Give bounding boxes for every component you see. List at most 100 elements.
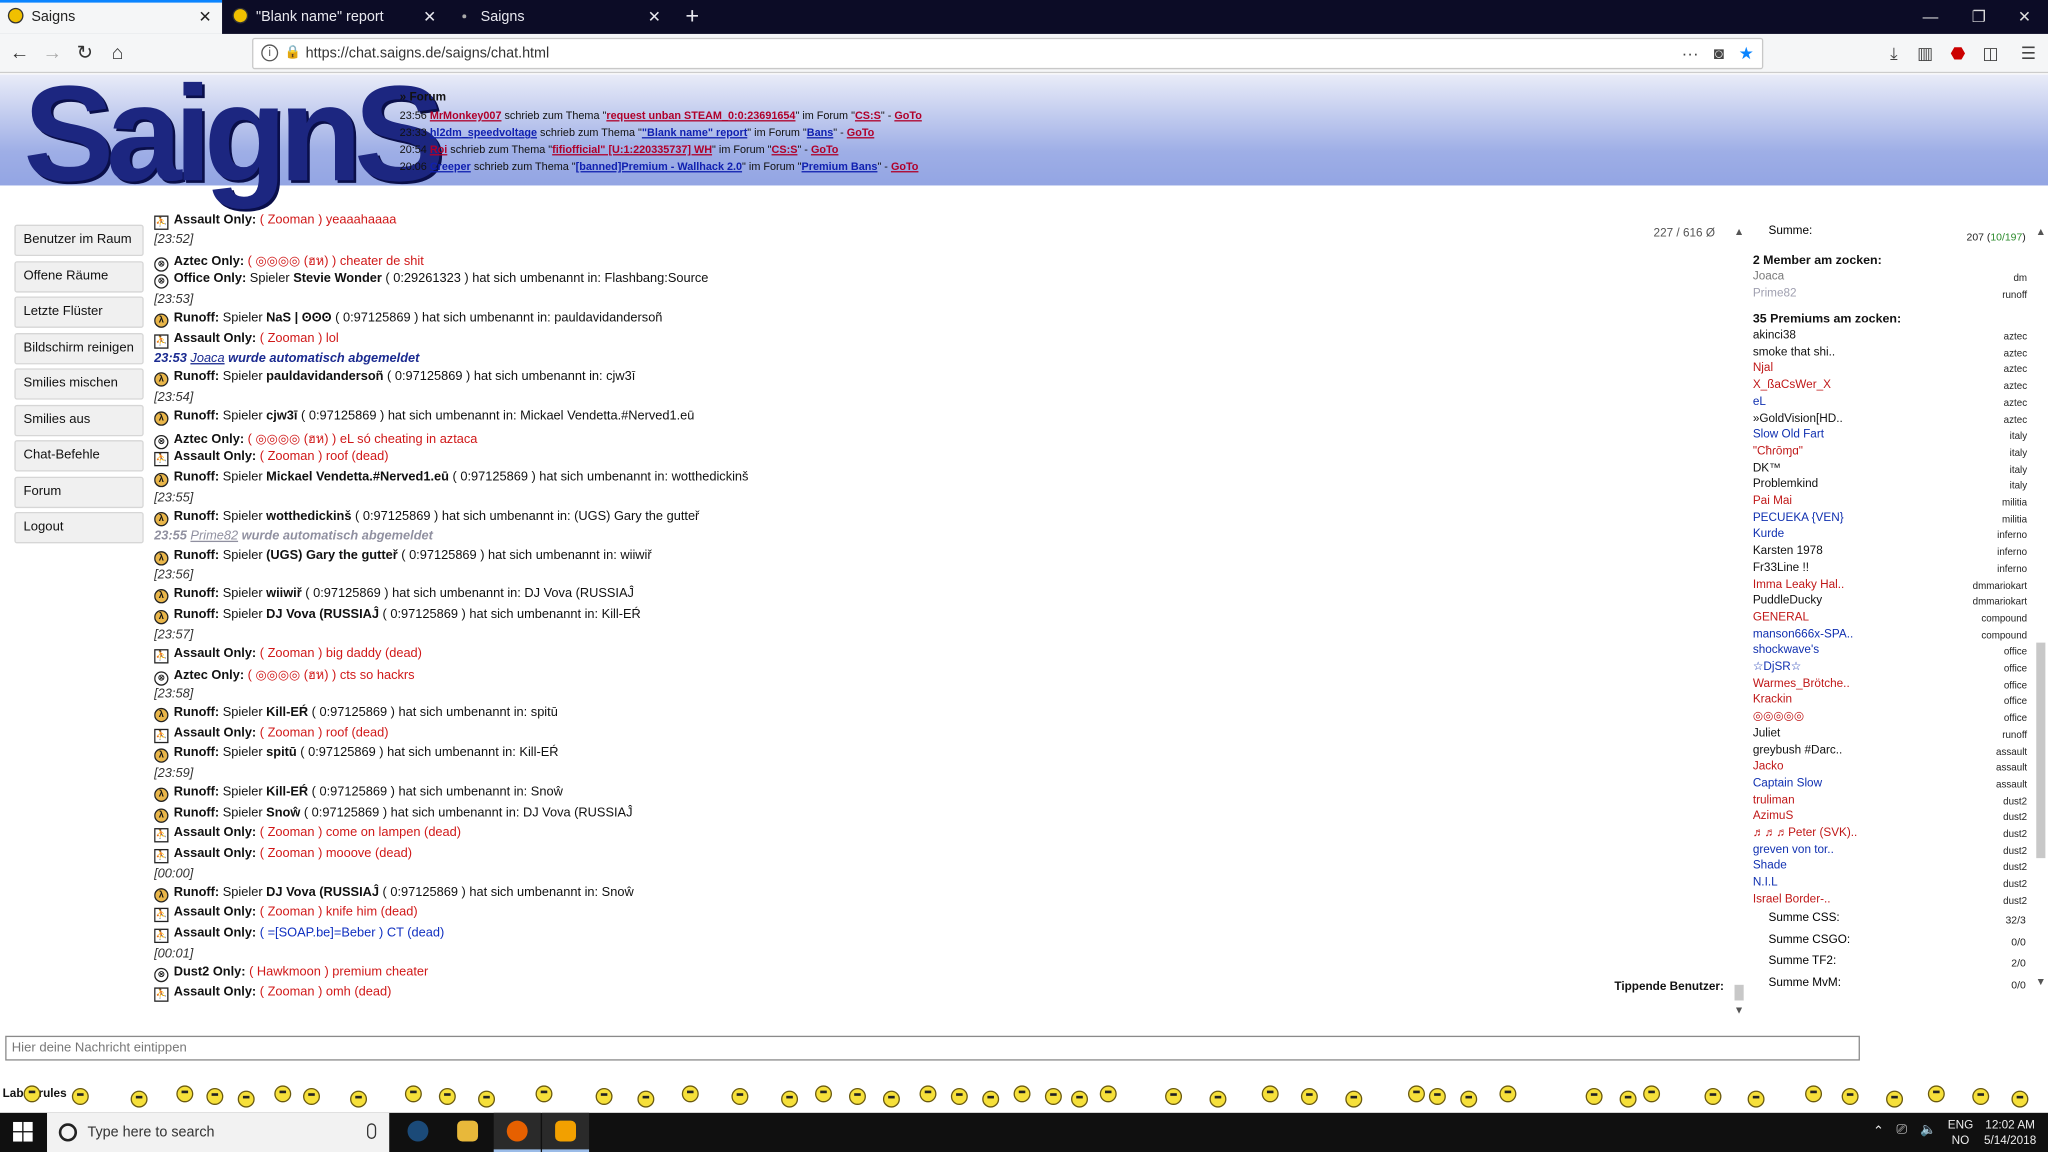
- user-name[interactable]: manson666x-SPA..: [1753, 626, 1853, 639]
- smiley-icon[interactable]: [71, 1087, 89, 1105]
- sidebar-button-5[interactable]: Smilies aus: [14, 404, 144, 436]
- user-name[interactable]: greven von tor..: [1753, 842, 1834, 855]
- post-topic-link[interactable]: "Blank name" report: [642, 125, 747, 138]
- smiley-icon[interactable]: [731, 1087, 749, 1105]
- smiley-icon[interactable]: [237, 1090, 255, 1108]
- post-goto-link[interactable]: GoTo: [811, 142, 838, 155]
- user-name[interactable]: GENERAL: [1753, 610, 1809, 623]
- address-bar[interactable]: i 🔒 https://chat.saigns.de/saigns/chat.h…: [252, 37, 1764, 70]
- user-name[interactable]: X_ßaCsWer_X: [1753, 378, 1831, 391]
- post-goto-link[interactable]: GoTo: [847, 125, 874, 138]
- firefox-taskbar-icon[interactable]: [493, 1112, 541, 1152]
- taskbar-search-box[interactable]: Type here to search: [47, 1112, 390, 1152]
- smiley-icon[interactable]: [535, 1085, 553, 1103]
- chat-scroll-thumb[interactable]: [1734, 984, 1744, 1001]
- saigns-logo[interactable]: SaignS: [24, 56, 445, 213]
- smiley-icon[interactable]: [1747, 1090, 1765, 1108]
- bookmark-star-icon[interactable]: ★: [1735, 42, 1759, 66]
- smiley-icon[interactable]: [1261, 1085, 1279, 1103]
- userlist-scrollbar[interactable]: ▲ ▼: [2034, 225, 2048, 990]
- smiley-icon[interactable]: [1460, 1090, 1478, 1108]
- smiley-icon[interactable]: [1071, 1090, 1088, 1108]
- smiley-icon[interactable]: [1407, 1085, 1425, 1103]
- smiley-icon[interactable]: [950, 1087, 968, 1105]
- language-indicator[interactable]: ENG NO: [1946, 1117, 1975, 1148]
- userlist-scroll-thumb[interactable]: [2036, 642, 2046, 859]
- network-icon[interactable]: ⎚: [1896, 1123, 1906, 1137]
- sidebar-button-8[interactable]: Logout: [14, 511, 144, 544]
- tab-blank-name-report[interactable]: "Blank name" report ✕: [225, 0, 447, 34]
- menu-hamburger-icon[interactable]: ☰: [2015, 39, 2041, 68]
- close-tab-icon[interactable]: ✕: [198, 3, 211, 32]
- halflife-taskbar-icon[interactable]: [542, 1112, 590, 1152]
- chat-scrollbar[interactable]: ▲ ▼: [1731, 224, 1747, 1019]
- user-name[interactable]: ◎◎◎◎◎: [1753, 709, 1804, 723]
- user-name[interactable]: PuddleDucky: [1753, 593, 1822, 606]
- smiley-icon[interactable]: [1972, 1087, 1990, 1105]
- user-name[interactable]: truliman: [1753, 792, 1795, 805]
- tab-saigns-active[interactable]: Saigns ✕: [0, 0, 223, 34]
- sidebar-button-2[interactable]: Letzte Flüster: [14, 296, 144, 328]
- smiley-icon[interactable]: [130, 1090, 148, 1108]
- user-name[interactable]: ☆DjSR☆: [1753, 660, 1802, 674]
- pocket-icon[interactable]: ◙: [1707, 42, 1731, 66]
- volume-icon[interactable]: 🔈: [1920, 1123, 1936, 1137]
- microphone-icon[interactable]: [367, 1123, 377, 1139]
- smiley-icon[interactable]: [1585, 1087, 1603, 1105]
- file-explorer-taskbar-icon[interactable]: [444, 1113, 491, 1152]
- smiley-icon[interactable]: [1619, 1090, 1637, 1108]
- smiley-icon[interactable]: [438, 1087, 456, 1105]
- user-name[interactable]: Imma Leaky Hal..: [1753, 577, 1844, 590]
- post-author-link[interactable]: MrMonkey007: [430, 108, 502, 121]
- user-name[interactable]: "Cħɾōɱɑ": [1753, 444, 1803, 457]
- smiley-icon[interactable]: [1209, 1090, 1227, 1108]
- smiley-icon[interactable]: [848, 1087, 866, 1105]
- smiley-icon[interactable]: [350, 1090, 368, 1108]
- download-icon[interactable]: ⤓: [1881, 39, 1907, 68]
- smiley-icon[interactable]: [206, 1087, 224, 1105]
- sidebar-button-0[interactable]: Benutzer im Raum: [14, 224, 144, 256]
- user-name[interactable]: Shade: [1753, 859, 1787, 872]
- user-name[interactable]: Problemkind: [1753, 477, 1818, 490]
- user-name[interactable]: Kurde: [1753, 527, 1784, 540]
- smiley-icon[interactable]: [1165, 1087, 1183, 1105]
- post-goto-link[interactable]: GoTo: [891, 159, 918, 172]
- smiley-icon[interactable]: [1805, 1085, 1823, 1103]
- smiley-icon[interactable]: [274, 1085, 292, 1103]
- user-name[interactable]: Juliet: [1753, 726, 1780, 739]
- smiley-icon[interactable]: [1099, 1085, 1117, 1103]
- sidebar-button-4[interactable]: Smilies mischen: [14, 368, 144, 400]
- post-goto-link[interactable]: GoTo: [894, 108, 921, 121]
- user-name[interactable]: Israel Border-..: [1753, 892, 1831, 905]
- smiley-icon[interactable]: [1643, 1085, 1661, 1103]
- smiley-icon[interactable]: [1044, 1087, 1062, 1105]
- message-input[interactable]: Hier deine Nachricht eintippen: [5, 1035, 1860, 1061]
- smiley-icon[interactable]: [404, 1085, 422, 1103]
- library-icon[interactable]: ▥: [1912, 39, 1938, 68]
- smiley-icon[interactable]: [1841, 1087, 1859, 1105]
- user-name[interactable]: Joaca: [1753, 269, 1784, 282]
- scroll-down-icon[interactable]: ▼: [1732, 1003, 1746, 1019]
- smiley-icon[interactable]: [23, 1085, 41, 1103]
- user-name[interactable]: Captain Slow: [1753, 776, 1822, 789]
- user-name[interactable]: »GoldVision[HD..: [1753, 411, 1843, 424]
- user-name[interactable]: Warmes_Brötche..: [1753, 676, 1850, 689]
- smiley-icon[interactable]: [478, 1090, 496, 1108]
- smiley-icon[interactable]: [1499, 1085, 1517, 1103]
- sidebar-button-1[interactable]: Offene Räume: [14, 260, 144, 292]
- new-tab-button[interactable]: +: [679, 0, 705, 34]
- scroll-up-icon[interactable]: ▲: [2034, 225, 2048, 241]
- tab-saigns-2[interactable]: Saigns ✕: [449, 0, 671, 34]
- user-name[interactable]: shockwave's: [1753, 643, 1819, 656]
- smiley-icon[interactable]: [176, 1085, 194, 1103]
- smiley-icon[interactable]: [595, 1087, 613, 1105]
- smiley-icon[interactable]: [637, 1090, 655, 1108]
- post-author-link[interactable]: Creeper: [430, 159, 471, 172]
- close-tab-icon[interactable]: ✕: [648, 0, 661, 34]
- smiley-icon[interactable]: [1927, 1085, 1945, 1103]
- smiley-icon[interactable]: [882, 1090, 900, 1108]
- post-author-link[interactable]: hl2dm_speedvoltage: [430, 125, 537, 138]
- smiley-icon[interactable]: [781, 1090, 799, 1108]
- user-name[interactable]: DK™: [1753, 461, 1781, 474]
- user-name[interactable]: PECUEKA {VEN}: [1753, 510, 1844, 523]
